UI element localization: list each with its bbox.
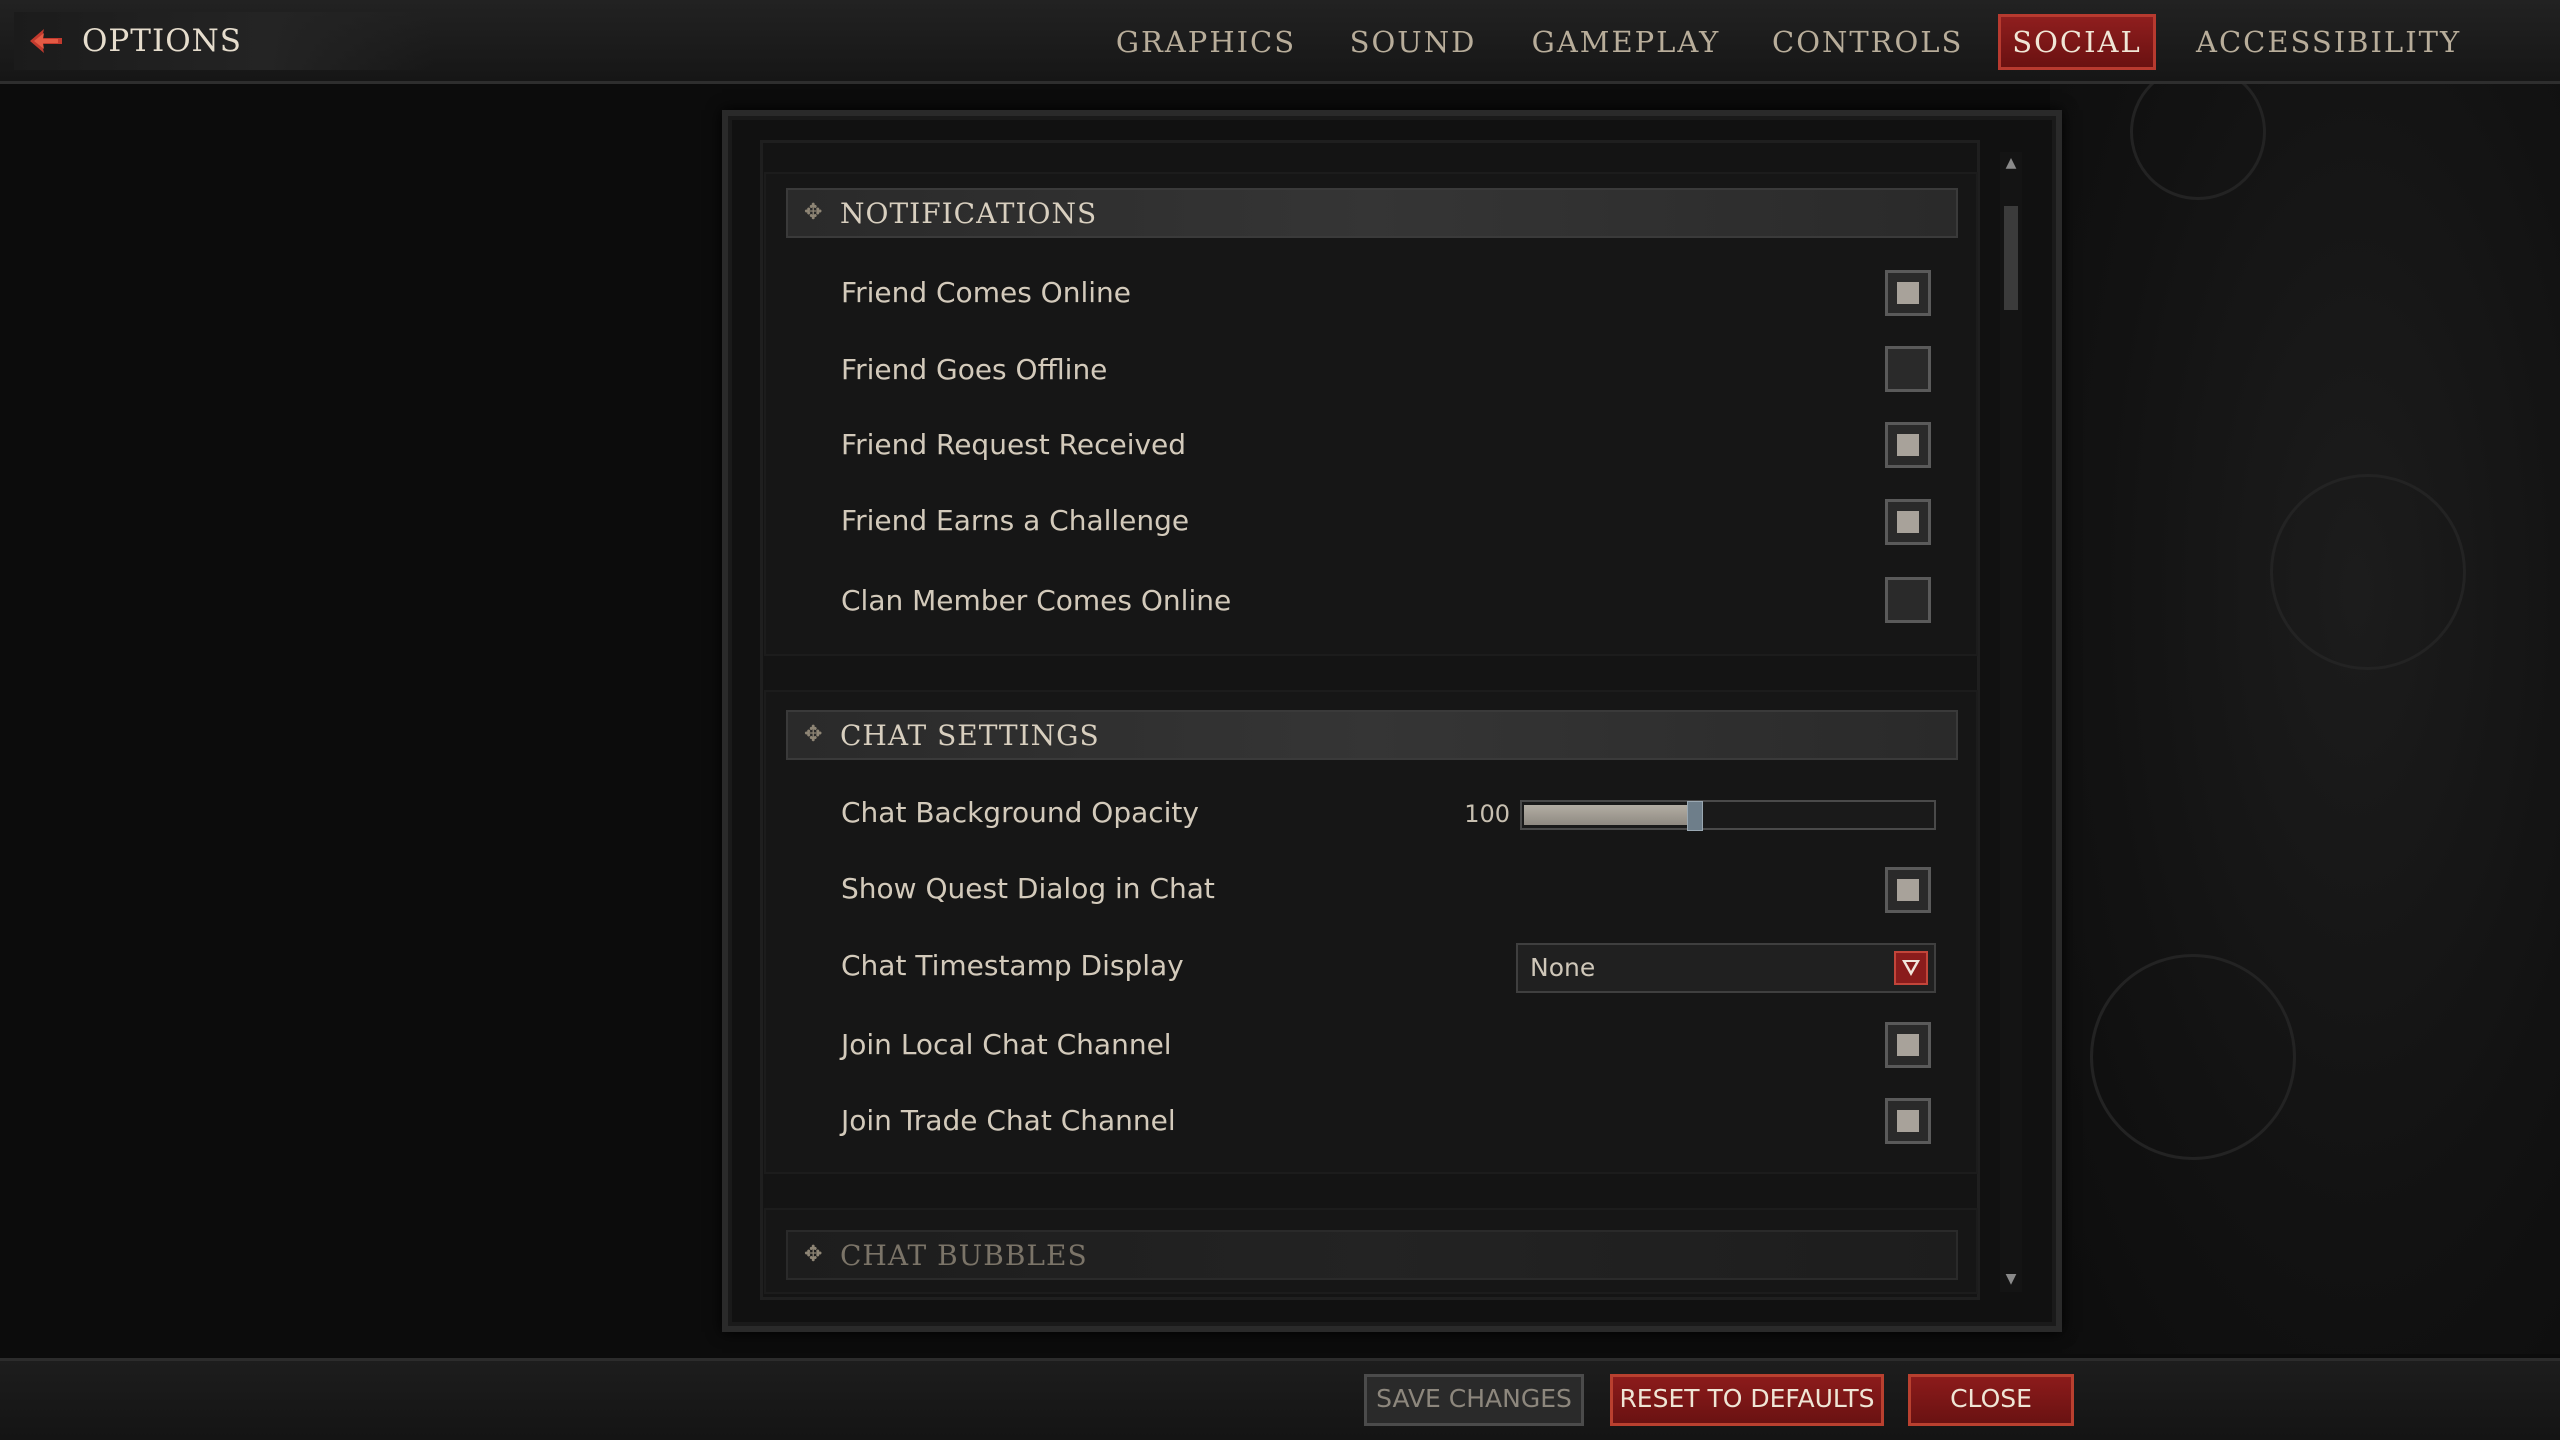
friend-comes-online-label: Friend Comes Online [841,276,1131,309]
bottom-bar [0,1358,2560,1440]
save-changes-button[interactable]: SAVE CHANGES [1364,1374,1584,1426]
tab-accessibility[interactable]: ACCESSIBILITY [2196,14,2459,70]
opacity-slider[interactable] [1520,800,1936,831]
options-header[interactable]: OPTIONS [14,12,434,70]
dropdown-value: None [1530,953,1596,982]
section-title: CHAT SETTINGS [840,718,1100,752]
join-trade-chat-checkbox[interactable] [1885,1098,1931,1144]
chat-timestamp-dropdown[interactable]: None [1516,943,1936,993]
sigil-decoration [2270,474,2466,670]
tab-controls[interactable]: CONTROLS [1772,14,1962,70]
chevron-down-icon[interactable] [1894,951,1928,985]
tab-social[interactable]: SOCIAL [1998,14,2156,70]
chat-background-opacity-label: Chat Background Opacity [841,796,1199,829]
friend-earns-challenge-checkbox[interactable] [1885,499,1931,545]
page-title: OPTIONS [82,23,242,59]
notifications-header[interactable]: ✥ NOTIFICATIONS [786,188,1958,238]
collapse-icon: ✥ [804,200,823,225]
collapse-icon: ✥ [804,722,823,747]
scroll-thumb[interactable] [2004,206,2018,310]
slider-handle[interactable] [1687,801,1703,831]
join-trade-chat-label: Join Trade Chat Channel [841,1104,1176,1137]
background-art [2050,64,2560,1354]
sigil-decoration [2090,954,2296,1160]
sigil-decoration [2130,64,2266,200]
clan-member-comes-online-label: Clan Member Comes Online [841,584,1232,617]
scroll-down-icon[interactable]: ▼ [2002,1270,2020,1288]
tab-graphics[interactable]: GRAPHICS [1108,14,1304,70]
clan-member-comes-online-checkbox[interactable] [1885,577,1931,623]
friend-goes-offline-label: Friend Goes Offline [841,353,1108,386]
scroll-up-icon[interactable]: ▲ [2002,154,2020,172]
top-bar: OPTIONS GRAPHICS SOUND GAMEPLAY CONTROLS… [0,0,2560,84]
friend-request-received-checkbox[interactable] [1885,422,1931,468]
chat-bubbles-header[interactable]: ✥ CHAT BUBBLES [786,1230,1958,1280]
reset-to-defaults-button[interactable]: RESET TO DEFAULTS [1610,1374,1884,1426]
friend-request-received-label: Friend Request Received [841,428,1187,461]
tab-sound[interactable]: SOUND [1340,14,1486,70]
tab-gameplay[interactable]: GAMEPLAY [1528,14,1724,70]
friend-goes-offline-checkbox[interactable] [1885,346,1931,392]
section-title: CHAT BUBBLES [840,1238,1088,1272]
close-button[interactable]: CLOSE [1908,1374,2074,1426]
join-local-chat-checkbox[interactable] [1885,1022,1931,1068]
show-quest-dialog-checkbox[interactable] [1885,867,1931,913]
scrollbar[interactable]: ▲ ▼ [2000,152,2022,1292]
friend-comes-online-checkbox[interactable] [1885,270,1931,316]
chat-timestamp-label: Chat Timestamp Display [841,949,1184,982]
section-title: NOTIFICATIONS [840,196,1098,230]
show-quest-dialog-label: Show Quest Dialog in Chat [841,872,1215,905]
slider-fill [1524,805,1689,825]
chat-settings-header[interactable]: ✥ CHAT SETTINGS [786,710,1958,760]
collapse-icon: ✥ [804,1242,823,1267]
friend-earns-challenge-label: Friend Earns a Challenge [841,504,1190,537]
opacity-value: 100 [1464,800,1510,828]
back-arrow-icon[interactable] [24,19,68,63]
join-local-chat-label: Join Local Chat Channel [841,1028,1172,1061]
